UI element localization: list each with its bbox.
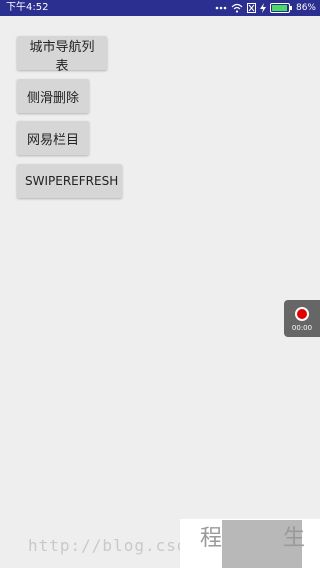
status-time: 下午4:52 (6, 2, 49, 13)
record-icon (295, 307, 309, 321)
watermark-url: http://blog.csd (28, 536, 188, 555)
recorder-time: 00:00 (291, 324, 313, 332)
battery-icon (269, 3, 292, 13)
status-bar: 下午4:52 86% (0, 0, 320, 16)
charging-icon (259, 3, 266, 13)
battery-percent: 86% (295, 3, 316, 13)
sim-icon (246, 3, 256, 13)
city-nav-list-button[interactable]: 城市导航列表 (17, 36, 107, 74)
netease-columns-button[interactable]: 网易栏目 (17, 121, 89, 155)
screen-recorder-widget[interactable]: 00:00 (284, 300, 320, 337)
wifi-icon (231, 3, 243, 13)
watermark-text-left: 程 (200, 526, 223, 551)
status-icons: 86% (215, 0, 316, 16)
swipe-refresh-button[interactable]: SWIPEREFRESH (17, 164, 122, 198)
watermark-text-right: 生 (283, 526, 306, 551)
swipe-delete-button[interactable]: 侧滑删除 (17, 79, 89, 113)
more-dots-icon (215, 6, 227, 10)
